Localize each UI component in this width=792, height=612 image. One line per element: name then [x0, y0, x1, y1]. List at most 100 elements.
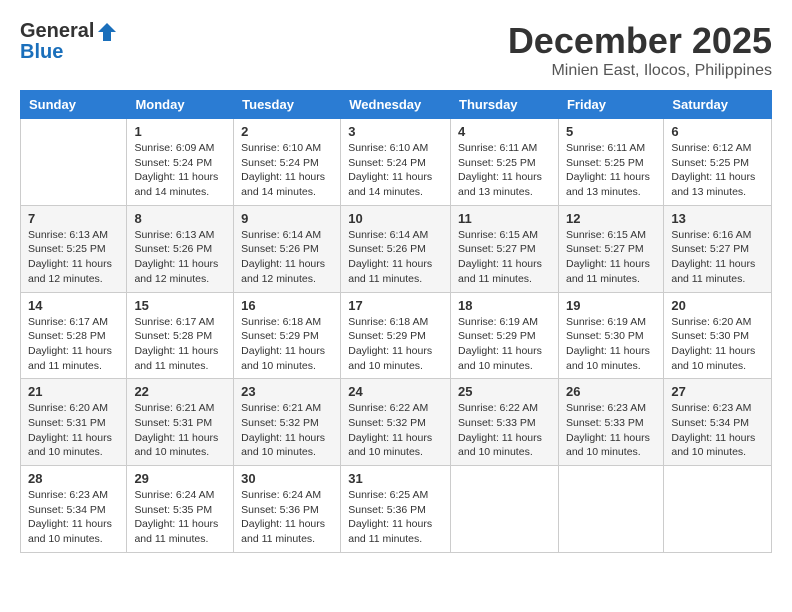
day-number: 13 — [671, 211, 764, 226]
day-info: Sunrise: 6:13 AMSunset: 5:26 PMDaylight:… — [134, 228, 226, 287]
calendar-cell: 26Sunrise: 6:23 AMSunset: 5:33 PMDayligh… — [558, 379, 663, 466]
weekday-header-friday: Friday — [558, 91, 663, 119]
calendar-cell: 11Sunrise: 6:15 AMSunset: 5:27 PMDayligh… — [451, 205, 559, 292]
logo: General Blue — [20, 20, 118, 64]
weekday-header-wednesday: Wednesday — [341, 91, 451, 119]
day-info: Sunrise: 6:19 AMSunset: 5:30 PMDaylight:… — [566, 315, 656, 374]
day-number: 30 — [241, 471, 333, 486]
weekday-header-thursday: Thursday — [451, 91, 559, 119]
day-info: Sunrise: 6:13 AMSunset: 5:25 PMDaylight:… — [28, 228, 119, 287]
calendar-cell: 8 Sunrise: 6:13 AMSunset: 5:26 PMDaylight… — [127, 205, 234, 292]
logo-arrow-icon — [96, 21, 118, 43]
month-title: December 2025 — [508, 20, 772, 62]
calendar-cell: 27 Sunrise: 6:23 AMSunset: 5:34 PMDayligh… — [664, 379, 772, 466]
day-number: 17 — [348, 298, 443, 313]
day-number: 9 — [241, 211, 333, 226]
calendar-cell: 24Sunrise: 6:22 AMSunset: 5:32 PMDayligh… — [341, 379, 451, 466]
day-info: Sunrise: 6:20 AMSunset: 5:31 PMDaylight:… — [28, 401, 119, 460]
calendar-cell: 19 Sunrise: 6:19 AMSunset: 5:30 PMDayligh… — [558, 292, 663, 379]
day-info: Sunrise: 6:21 AMSunset: 5:32 PMDaylight:… — [241, 401, 333, 460]
calendar-cell: 22 Sunrise: 6:21 AMSunset: 5:31 PMDayligh… — [127, 379, 234, 466]
calendar-table: SundayMondayTuesdayWednesdayThursdayFrid… — [20, 90, 772, 553]
day-number: 4 — [458, 124, 551, 139]
day-info: Sunrise: 6:25 AMSunset: 5:36 PMDaylight:… — [348, 488, 443, 547]
day-info: Sunrise: 6:24 AMSunset: 5:35 PMDaylight:… — [134, 488, 226, 547]
calendar-cell: 21 Sunrise: 6:20 AMSunset: 5:31 PMDayligh… — [21, 379, 127, 466]
calendar-cell: 15 Sunrise: 6:17 AMSunset: 5:28 PMDayligh… — [127, 292, 234, 379]
day-info: Sunrise: 6:11 AMSunset: 5:25 PMDaylight:… — [458, 141, 551, 200]
day-info: Sunrise: 6:12 AMSunset: 5:25 PMDaylight:… — [671, 141, 764, 200]
day-info: Sunrise: 6:15 AMSunset: 5:27 PMDaylight:… — [458, 228, 551, 287]
calendar-week-3: 14 Sunrise: 6:17 AMSunset: 5:28 PMDayligh… — [21, 292, 772, 379]
calendar-cell: 7 Sunrise: 6:13 AMSunset: 5:25 PMDaylight… — [21, 205, 127, 292]
day-info: Sunrise: 6:19 AMSunset: 5:29 PMDaylight:… — [458, 315, 551, 374]
calendar-cell: 13 Sunrise: 6:16 AMSunset: 5:27 PMDayligh… — [664, 205, 772, 292]
calendar-cell: 14 Sunrise: 6:17 AMSunset: 5:28 PMDayligh… — [21, 292, 127, 379]
day-info: Sunrise: 6:20 AMSunset: 5:30 PMDaylight:… — [671, 315, 764, 374]
day-number: 28 — [28, 471, 119, 486]
location-text: Minien East, Ilocos, Philippines — [508, 62, 772, 80]
calendar-cell: 30Sunrise: 6:24 AMSunset: 5:36 PMDayligh… — [234, 466, 341, 553]
day-number: 6 — [671, 124, 764, 139]
day-number: 16 — [241, 298, 333, 313]
weekday-header-tuesday: Tuesday — [234, 91, 341, 119]
day-number: 19 — [566, 298, 656, 313]
day-number: 7 — [28, 211, 119, 226]
day-number: 21 — [28, 384, 119, 399]
calendar-cell: 1 Sunrise: 6:09 AMSunset: 5:24 PMDaylight… — [127, 119, 234, 206]
calendar-cell — [451, 466, 559, 553]
day-info: Sunrise: 6:17 AMSunset: 5:28 PMDaylight:… — [28, 315, 119, 374]
day-number: 18 — [458, 298, 551, 313]
day-number: 8 — [134, 211, 226, 226]
day-number: 12 — [566, 211, 656, 226]
day-info: Sunrise: 6:21 AMSunset: 5:31 PMDaylight:… — [134, 401, 226, 460]
calendar-week-5: 28 Sunrise: 6:23 AMSunset: 5:34 PMDayligh… — [21, 466, 772, 553]
logo-general-text: General — [20, 20, 94, 43]
calendar-cell: 2Sunrise: 6:10 AMSunset: 5:24 PMDaylight… — [234, 119, 341, 206]
day-info: Sunrise: 6:11 AMSunset: 5:25 PMDaylight:… — [566, 141, 656, 200]
weekday-header-sunday: Sunday — [21, 91, 127, 119]
day-number: 31 — [348, 471, 443, 486]
day-number: 2 — [241, 124, 333, 139]
day-number: 3 — [348, 124, 443, 139]
calendar-cell: 10Sunrise: 6:14 AMSunset: 5:26 PMDayligh… — [341, 205, 451, 292]
calendar-week-2: 7 Sunrise: 6:13 AMSunset: 5:25 PMDaylight… — [21, 205, 772, 292]
day-info: Sunrise: 6:16 AMSunset: 5:27 PMDaylight:… — [671, 228, 764, 287]
calendar-cell: 5 Sunrise: 6:11 AMSunset: 5:25 PMDaylight… — [558, 119, 663, 206]
day-number: 20 — [671, 298, 764, 313]
calendar-cell: 16Sunrise: 6:18 AMSunset: 5:29 PMDayligh… — [234, 292, 341, 379]
day-number: 5 — [566, 124, 656, 139]
calendar-cell: 18 Sunrise: 6:19 AMSunset: 5:29 PMDayligh… — [451, 292, 559, 379]
day-number: 25 — [458, 384, 551, 399]
day-info: Sunrise: 6:22 AMSunset: 5:33 PMDaylight:… — [458, 401, 551, 460]
calendar-cell: 20 Sunrise: 6:20 AMSunset: 5:30 PMDayligh… — [664, 292, 772, 379]
day-number: 23 — [241, 384, 333, 399]
calendar-week-4: 21 Sunrise: 6:20 AMSunset: 5:31 PMDayligh… — [21, 379, 772, 466]
weekday-header-saturday: Saturday — [664, 91, 772, 119]
calendar-cell: 6 Sunrise: 6:12 AMSunset: 5:25 PMDaylight… — [664, 119, 772, 206]
calendar-cell: 12Sunrise: 6:15 AMSunset: 5:27 PMDayligh… — [558, 205, 663, 292]
calendar-cell: 29 Sunrise: 6:24 AMSunset: 5:35 PMDayligh… — [127, 466, 234, 553]
day-info: Sunrise: 6:09 AMSunset: 5:24 PMDaylight:… — [134, 141, 226, 200]
calendar-week-1: 1 Sunrise: 6:09 AMSunset: 5:24 PMDaylight… — [21, 119, 772, 206]
day-number: 15 — [134, 298, 226, 313]
day-number: 22 — [134, 384, 226, 399]
day-number: 27 — [671, 384, 764, 399]
day-info: Sunrise: 6:14 AMSunset: 5:26 PMDaylight:… — [348, 228, 443, 287]
calendar-cell: 28 Sunrise: 6:23 AMSunset: 5:34 PMDayligh… — [21, 466, 127, 553]
calendar-cell: 23 Sunrise: 6:21 AMSunset: 5:32 PMDayligh… — [234, 379, 341, 466]
calendar-cell: 3 Sunrise: 6:10 AMSunset: 5:24 PMDaylight… — [341, 119, 451, 206]
day-info: Sunrise: 6:23 AMSunset: 5:33 PMDaylight:… — [566, 401, 656, 460]
logo-blue-text: Blue — [20, 41, 63, 64]
day-number: 14 — [28, 298, 119, 313]
day-number: 29 — [134, 471, 226, 486]
day-info: Sunrise: 6:17 AMSunset: 5:28 PMDaylight:… — [134, 315, 226, 374]
day-number: 1 — [134, 124, 226, 139]
day-info: Sunrise: 6:14 AMSunset: 5:26 PMDaylight:… — [241, 228, 333, 287]
day-info: Sunrise: 6:10 AMSunset: 5:24 PMDaylight:… — [348, 141, 443, 200]
calendar-cell: 31 Sunrise: 6:25 AMSunset: 5:36 PMDayligh… — [341, 466, 451, 553]
day-info: Sunrise: 6:23 AMSunset: 5:34 PMDaylight:… — [671, 401, 764, 460]
calendar-cell: 9 Sunrise: 6:14 AMSunset: 5:26 PMDaylight… — [234, 205, 341, 292]
day-info: Sunrise: 6:23 AMSunset: 5:34 PMDaylight:… — [28, 488, 119, 547]
day-info: Sunrise: 6:18 AMSunset: 5:29 PMDaylight:… — [348, 315, 443, 374]
